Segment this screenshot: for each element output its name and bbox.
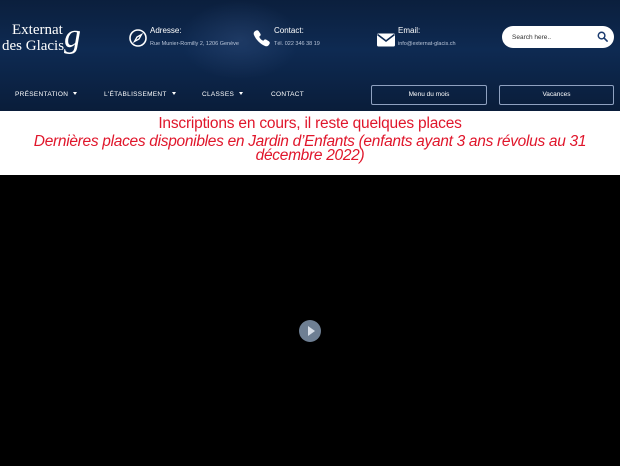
nav-item-etablissement-label: L'ÉTABLISSEMENT (104, 91, 167, 98)
search-input[interactable] (512, 30, 592, 44)
video-player[interactable] (0, 175, 620, 466)
announcement-title: Inscriptions en cours, il reste quelques… (158, 115, 462, 132)
nav-item-presentation[interactable]: PRÉSENTATION (15, 86, 78, 104)
search-icon[interactable] (597, 31, 608, 42)
logo-mark: g (64, 18, 81, 55)
nav-item-presentation-label: PRÉSENTATION (15, 91, 69, 98)
compass-icon (129, 29, 147, 47)
email-value[interactable]: info@externat-glacis.ch (398, 41, 456, 47)
phone-value[interactable]: Tél. 022 346 38 19 (274, 41, 320, 47)
nav-item-classes-label: CLASSES (202, 91, 235, 98)
chevron-down-icon (171, 92, 176, 95)
chevron-down-icon (73, 92, 78, 95)
logo-text-line2: des Glacis (2, 38, 65, 54)
nav-item-etablissement[interactable]: L'ÉTABLISSEMENT (104, 86, 176, 104)
search-box (502, 26, 614, 48)
menu-du-mois-button[interactable]: Menu du mois (371, 85, 487, 105)
announcement-subtitle: Dernières places disponibles en Jardin d… (33, 133, 587, 164)
phone-info: Contact: Tél. 022 346 38 19 (252, 24, 342, 54)
nav-item-contact[interactable]: CONTACT (271, 86, 304, 104)
announcement-banner: Inscriptions en cours, il reste quelques… (0, 111, 620, 175)
phone-icon (253, 30, 270, 47)
play-icon[interactable] (299, 320, 321, 342)
address-value: Rue Munier-Romilly 2, 1206 Genève (150, 41, 239, 47)
nav-item-classes[interactable]: CLASSES (202, 86, 244, 104)
envelope-icon (377, 33, 395, 47)
address-label: Adresse: (150, 26, 182, 35)
nav-item-contact-label: CONTACT (271, 91, 305, 98)
email-info: Email: info@externat-glacis.ch (376, 24, 476, 54)
address-info: Adresse: Rue Munier-Romilly 2, 1206 Genè… (128, 24, 248, 54)
chevron-down-icon (239, 92, 244, 95)
email-label: Email: (398, 26, 421, 35)
vacances-button[interactable]: Vacances (499, 85, 614, 105)
logo-text-line1: Externat (12, 22, 63, 38)
phone-label: Contact: (274, 26, 304, 35)
site-logo[interactable]: Externat des Glacis g (2, 18, 86, 58)
site-header: Externat des Glacis g Adresse: Rue Munie… (0, 0, 620, 111)
